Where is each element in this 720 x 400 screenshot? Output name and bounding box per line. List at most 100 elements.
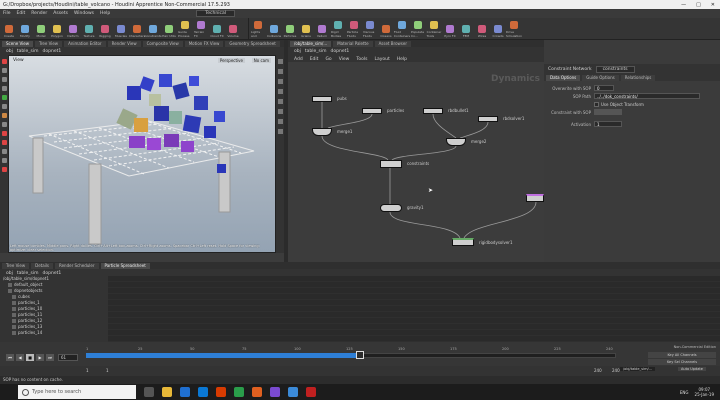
settings-icon[interactable] xyxy=(1,158,7,163)
magnet-icon[interactable] xyxy=(1,140,7,145)
net-menu-tools[interactable]: Tools xyxy=(356,57,367,62)
shelf_tabs_left-tool-7[interactable]: Muscles xyxy=(114,20,128,38)
shelf_tabs_right-tool-3[interactable]: Grains xyxy=(299,20,313,38)
last-frame-icon[interactable]: ⏭ xyxy=(46,354,54,361)
office-icon[interactable] xyxy=(216,387,226,397)
shelf_tabs_right-tool-16[interactable]: Drive Simulation xyxy=(506,20,522,38)
shelf_tabs_right-tool-13[interactable]: FEM xyxy=(459,20,473,38)
overwrite-field[interactable]: 0 xyxy=(594,85,614,91)
tab-left-0[interactable]: Scene View xyxy=(2,41,33,47)
select-tool-icon[interactable] xyxy=(1,59,7,64)
tab-guide-options[interactable]: Guide Options xyxy=(582,75,619,81)
menu-assets[interactable]: Assets xyxy=(53,11,68,16)
file-explorer-icon[interactable] xyxy=(162,387,172,397)
brush-tool-icon[interactable] xyxy=(1,113,7,118)
shelf_tabs_right-tool-7[interactable]: Viscous Fluids xyxy=(363,20,377,38)
snap-tool-icon[interactable] xyxy=(1,131,7,136)
use-transform-checkbox[interactable] xyxy=(594,101,599,107)
node-merge1[interactable]: merge1 xyxy=(312,128,352,136)
net-path-obj[interactable]: obj xyxy=(294,49,301,54)
range-start[interactable]: 1 xyxy=(86,368,89,373)
camera-icon[interactable] xyxy=(277,129,283,134)
shelf_tabs_right-tool-2[interactable]: Particles xyxy=(283,20,297,38)
shelf_tabs_right-tool-9[interactable]: Fluid Containers xyxy=(394,20,410,38)
node-rbdbullet1[interactable]: rbdbullet1 xyxy=(423,108,469,114)
store-icon[interactable] xyxy=(198,387,208,397)
net-menu-layout[interactable]: Layout xyxy=(374,57,389,62)
node-gravity1[interactable]: gravity1 xyxy=(380,204,424,212)
chrome-icon[interactable] xyxy=(234,387,244,397)
node-rigidbodysolver1[interactable]: rigidbodysolver1 xyxy=(452,238,513,246)
view-tool-icon[interactable] xyxy=(1,122,7,127)
shelf_tabs_left-tool-3[interactable]: Polygon xyxy=(50,20,64,38)
shelf_tabs_left-tool-11[interactable]: Guide Process xyxy=(178,20,192,38)
shelf_tabs_left-tool-13[interactable]: Cloud FX xyxy=(210,20,224,38)
tab-data-options[interactable]: Data Options xyxy=(546,75,581,81)
net-path-dopnet[interactable]: dopnet1 xyxy=(331,49,350,54)
desktop-selector[interactable]: Technical xyxy=(196,10,235,17)
shelf_tabs_left-tool-5[interactable]: Texture xyxy=(82,20,96,38)
bottom-path-obj[interactable]: obj xyxy=(6,271,13,276)
shelf_tabs_left-tool-1[interactable]: Modify xyxy=(18,20,32,38)
range-end[interactable]: 240 xyxy=(594,368,602,373)
data-tree-table[interactable] xyxy=(108,276,720,342)
shelf_tabs_right-tool-10[interactable]: Populate Co... xyxy=(411,20,425,38)
shelf_tabs_left-tool-4[interactable]: Deform xyxy=(66,20,80,38)
tab-left-4[interactable]: Composite View xyxy=(142,41,183,47)
tab-render-scheduler[interactable]: Render Scheduler xyxy=(54,263,99,269)
points-icon[interactable] xyxy=(277,99,283,104)
shelf_tabs_right-tool-8[interactable]: Oceans xyxy=(379,20,393,38)
node-merge2[interactable]: merge2 xyxy=(446,138,486,146)
timeline-scrubber[interactable] xyxy=(356,351,364,359)
node-pop-source[interactable] xyxy=(526,194,544,202)
tab-left-2[interactable]: Animation Editor xyxy=(64,41,106,47)
display-options-icon[interactable] xyxy=(277,59,283,64)
mail-icon[interactable] xyxy=(288,387,298,397)
menu-render[interactable]: Render xyxy=(31,11,47,16)
play-back-icon[interactable]: ◀ xyxy=(16,354,24,361)
object-path-field[interactable]: /obj/table_sim/... xyxy=(620,367,656,371)
bottom-path-sim[interactable]: table_sim xyxy=(17,271,39,276)
shelf_tabs_right-tool-6[interactable]: Particle Fluids xyxy=(347,20,361,38)
shelf_tabs_left-tool-14[interactable]: Volume xyxy=(226,20,240,38)
shelf_tabs_left-tool-9[interactable]: Constraints xyxy=(144,20,162,38)
handle-tool-icon[interactable] xyxy=(1,95,7,100)
tab-tree-view[interactable]: Tree View xyxy=(2,263,30,269)
constraint-sop-field[interactable] xyxy=(594,109,622,115)
node-rbdsolver1[interactable]: rbdsolver1 xyxy=(478,116,524,122)
menu-help[interactable]: Help xyxy=(100,11,110,16)
auto-update-button[interactable]: Auto Update xyxy=(678,367,706,371)
houdini-icon[interactable] xyxy=(252,387,262,397)
tab-asset-browser[interactable]: Asset Browser xyxy=(374,41,411,47)
node-particles[interactable]: particles xyxy=(362,108,404,114)
lighting-icon[interactable] xyxy=(277,69,283,74)
range-end2[interactable]: 240 xyxy=(612,368,620,373)
network-editor[interactable]: Dynamics pubs particles rbdbullet1 rbdso… xyxy=(288,62,544,262)
current-frame-field[interactable]: 61 xyxy=(58,354,78,361)
shelf_tabs_left-tool-8[interactable]: Characters xyxy=(129,20,145,38)
menu-file[interactable]: File xyxy=(3,11,11,16)
first-frame-icon[interactable]: ⏮ xyxy=(6,354,14,361)
system-clock[interactable]: 09:07 25-Jan-19 xyxy=(695,387,720,397)
menu-windows[interactable]: Windows xyxy=(74,11,94,16)
tab-material-palette[interactable]: Material Palette xyxy=(333,41,373,47)
net-menu-go[interactable]: Go xyxy=(325,57,331,62)
wireframe-icon[interactable] xyxy=(277,89,283,94)
node-name-field[interactable]: constraints xyxy=(595,65,635,73)
ghost-icon[interactable] xyxy=(277,119,283,124)
taskbar-search[interactable]: Type here to search xyxy=(18,385,136,399)
path-obj[interactable]: obj xyxy=(6,49,13,54)
sop-path-field[interactable]: ../../dok_constraints/ xyxy=(594,93,700,99)
shelf_tabs_left-tool-10[interactable]: Hair Utils xyxy=(162,20,176,38)
node-constraints[interactable]: constraints xyxy=(380,160,429,168)
path-sim[interactable]: table_sim xyxy=(17,49,39,54)
move-tool-icon[interactable] xyxy=(1,68,7,73)
menu-edit[interactable]: Edit xyxy=(17,11,26,16)
tab-left-1[interactable]: Tree View xyxy=(34,41,63,47)
stop-icon[interactable]: ■ xyxy=(26,354,34,361)
path-dopnet[interactable]: dopnet1 xyxy=(43,49,62,54)
tab-particle-spreadsheet[interactable]: Particle Spreadsheet xyxy=(100,263,150,269)
record-icon[interactable] xyxy=(1,167,7,172)
tab-left-3[interactable]: Render View xyxy=(107,41,141,47)
normals-icon[interactable] xyxy=(277,109,283,114)
